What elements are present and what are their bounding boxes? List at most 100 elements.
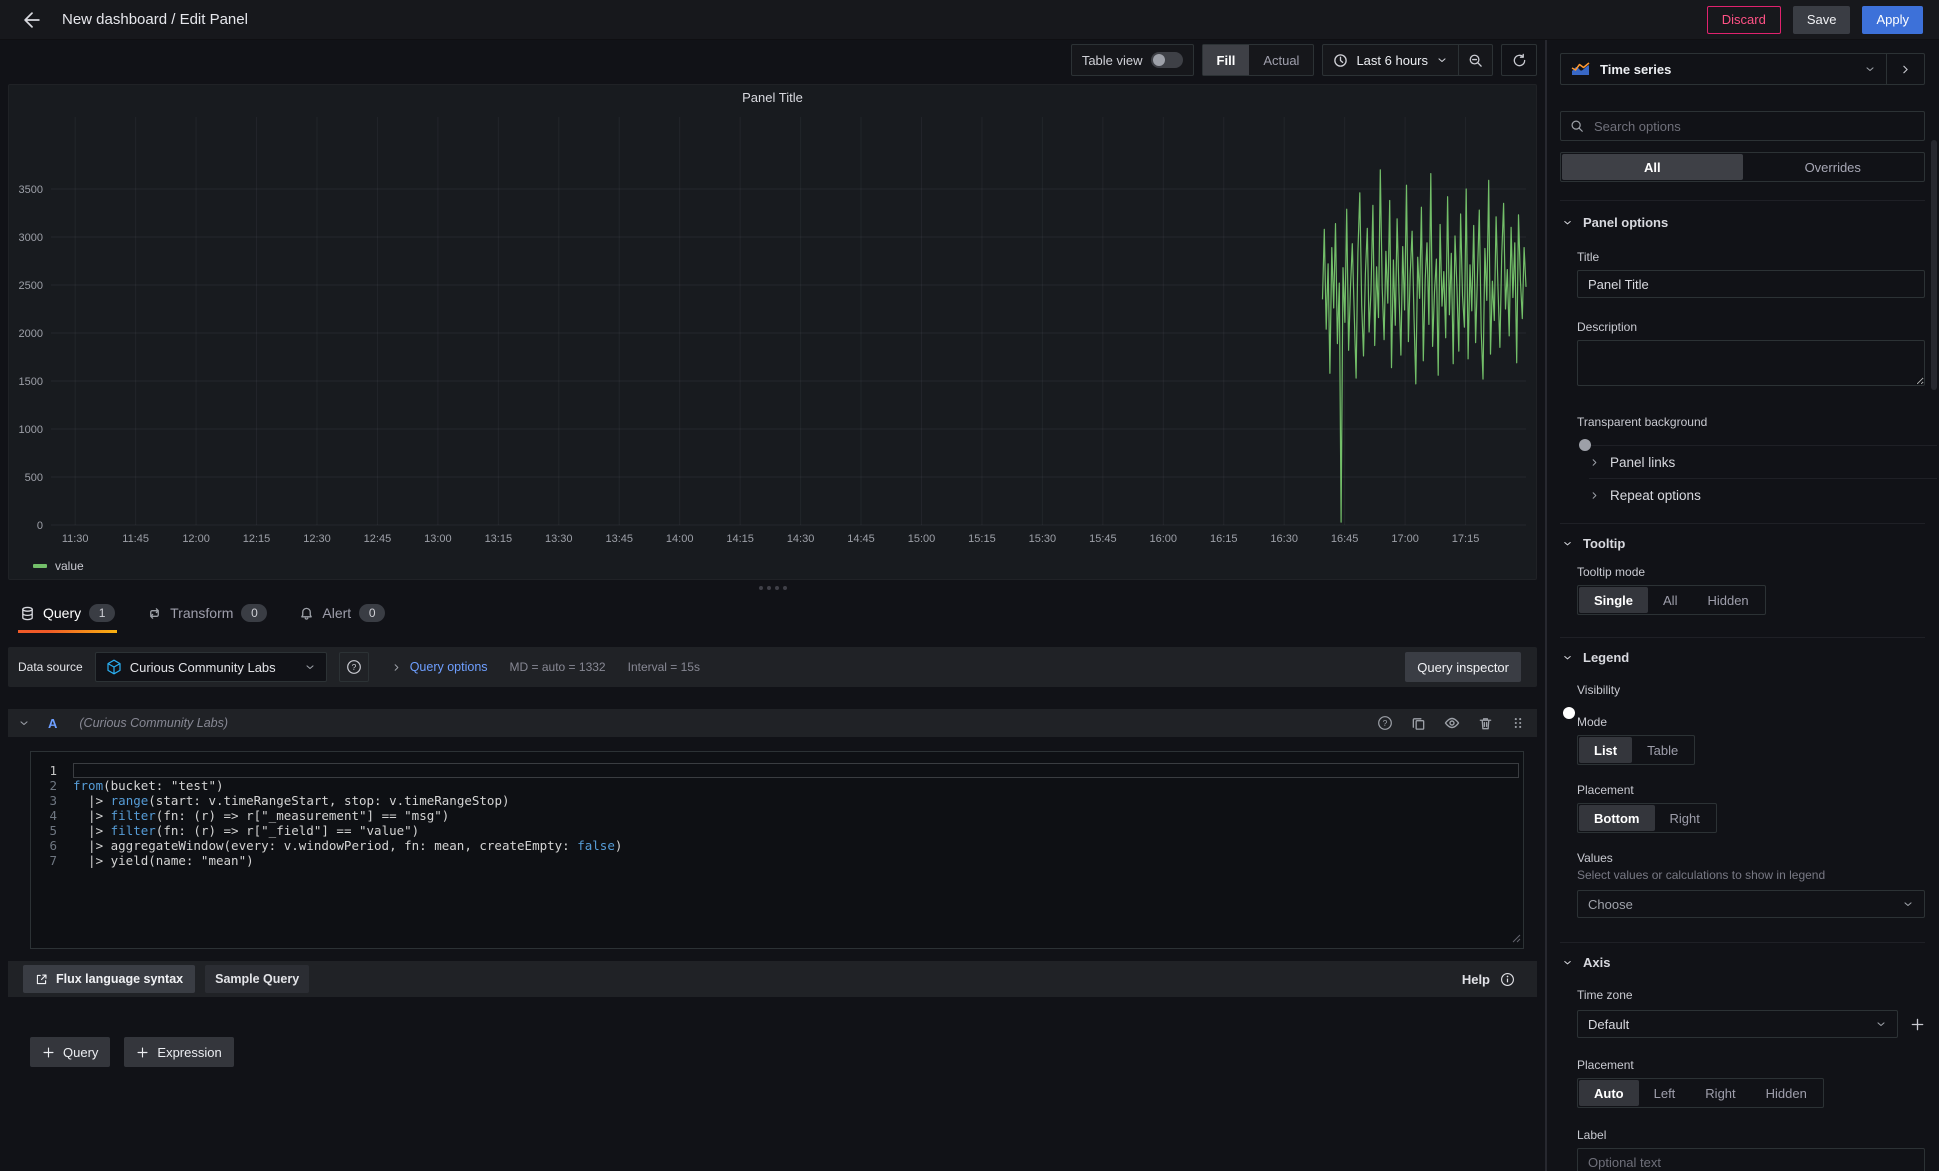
query-editor-header[interactable]: A (Curious Community Labs) ?	[8, 709, 1537, 737]
editor-resize-handle[interactable]	[1511, 931, 1521, 946]
filter-tab-all[interactable]: All	[1562, 154, 1743, 180]
svg-text:2000: 2000	[19, 328, 43, 340]
section-tooltip[interactable]: Tooltip	[1560, 524, 1625, 551]
chevron-right-icon	[1589, 457, 1600, 468]
chevron-down-icon	[1864, 63, 1876, 75]
svg-text:14:45: 14:45	[847, 533, 875, 545]
add-timezone-button[interactable]	[1910, 1017, 1925, 1032]
axis-placement-auto[interactable]: Auto	[1579, 1080, 1639, 1106]
chevron-down-icon[interactable]	[18, 717, 32, 729]
tooltip-mode-hidden[interactable]: Hidden	[1692, 587, 1763, 613]
code-line[interactable]: 7 |> yield(name: "mean")	[31, 853, 1523, 868]
eye-icon	[1444, 715, 1460, 731]
back-button[interactable]	[16, 4, 48, 36]
datasource-value: Curious Community Labs	[130, 660, 276, 675]
visualization-name: Time series	[1600, 62, 1671, 77]
plus-icon	[136, 1046, 149, 1059]
duplicate-query-button[interactable]	[1411, 715, 1426, 731]
options-search-input[interactable]	[1592, 118, 1915, 135]
code-line[interactable]: 3 |> range(start: v.timeRangeStart, stop…	[31, 793, 1523, 808]
toggle-query-visibility-button[interactable]	[1444, 715, 1460, 731]
legend-placement-bottom[interactable]: Bottom	[1579, 805, 1655, 831]
legend-values-select[interactable]: Choose	[1577, 890, 1925, 918]
code-line[interactable]: 2from(bucket: "test")	[31, 778, 1523, 793]
collapse-sidebar-button[interactable]	[1886, 54, 1924, 84]
time-series-chart[interactable]: 050010001500200025003000350011:3011:4512…	[13, 111, 1532, 559]
datasource-picker[interactable]: Curious Community Labs	[95, 652, 327, 682]
sample-query-button[interactable]: Sample Query	[205, 965, 309, 993]
code-line-content: from(bucket: "test")	[73, 778, 1519, 793]
axis-placement-left[interactable]: Left	[1639, 1080, 1691, 1106]
svg-text:1000: 1000	[19, 424, 43, 436]
section-tooltip-label: Tooltip	[1583, 536, 1625, 551]
clock-icon	[1333, 53, 1348, 68]
repeat-options-section[interactable]: Repeat options	[1589, 478, 1937, 511]
timezone-select[interactable]: Default	[1577, 1010, 1898, 1038]
panel-resize-handle[interactable]	[0, 582, 1545, 594]
query-inspector-button[interactable]: Query inspector	[1405, 652, 1521, 682]
panel-links-section[interactable]: Panel links	[1589, 445, 1937, 478]
legend-item-value[interactable]: value	[55, 559, 84, 573]
help-button[interactable]: Help	[1462, 972, 1515, 987]
code-line[interactable]: 5 |> filter(fn: (r) => r["_field"] == "v…	[31, 823, 1523, 838]
axis-placement-hidden[interactable]: Hidden	[1751, 1080, 1822, 1106]
query-help-button[interactable]: ?	[1377, 715, 1393, 731]
refresh-button[interactable]	[1501, 44, 1537, 76]
tooltip-mode-group: Single All Hidden	[1577, 585, 1766, 615]
datasource-help-button[interactable]: ?	[339, 652, 369, 682]
max-data-points-stat: MD = auto = 1332	[510, 660, 606, 674]
add-query-button[interactable]: Query	[30, 1037, 110, 1067]
section-panel-options[interactable]: Panel options	[1560, 201, 1668, 230]
section-axis[interactable]: Axis	[1560, 943, 1610, 970]
tooltip-mode-all[interactable]: All	[1648, 587, 1692, 613]
axis-label-input[interactable]	[1577, 1148, 1925, 1171]
time-range-picker[interactable]: Last 6 hours	[1323, 45, 1458, 75]
section-legend[interactable]: Legend	[1560, 638, 1629, 665]
interval-stat: Interval = 15s	[628, 660, 700, 674]
add-expression-button[interactable]: Expression	[124, 1037, 233, 1067]
query-datasource-name: (Curious Community Labs)	[79, 716, 228, 730]
chevron-down-icon	[1562, 538, 1573, 549]
chevron-down-icon	[1562, 957, 1573, 968]
drag-query-handle[interactable]	[1511, 715, 1525, 731]
legend-mode-table[interactable]: Table	[1632, 737, 1693, 763]
panel-title-input[interactable]	[1577, 270, 1925, 298]
query-options-label: Query options	[410, 660, 488, 674]
tab-transform-count: 0	[241, 604, 267, 622]
filter-tab-overrides[interactable]: Overrides	[1743, 154, 1924, 180]
sidebar-scrollbar[interactable]	[1931, 140, 1937, 390]
options-search[interactable]	[1560, 111, 1925, 141]
code-line[interactable]: 4 |> filter(fn: (r) => r["_measurement"]…	[31, 808, 1523, 823]
save-button[interactable]: Save	[1793, 6, 1851, 34]
apply-button[interactable]: Apply	[1862, 6, 1923, 34]
panel-description-input[interactable]	[1577, 340, 1925, 386]
zoom-out-icon	[1468, 53, 1483, 68]
copy-icon	[1411, 716, 1426, 731]
actual-button[interactable]: Actual	[1249, 45, 1313, 75]
axis-placement-group: Auto Left Right Hidden	[1577, 1078, 1824, 1108]
code-line[interactable]: 1	[31, 763, 1523, 778]
flux-code-editor[interactable]: 12from(bucket: "test")3 |> range(start: …	[30, 751, 1524, 949]
axis-placement-right[interactable]: Right	[1690, 1080, 1750, 1106]
flux-syntax-label: Flux language syntax	[56, 972, 183, 986]
visualization-picker[interactable]: Time series	[1561, 54, 1886, 84]
legend-placement-right[interactable]: Right	[1655, 805, 1715, 831]
zoom-out-button[interactable]	[1458, 45, 1492, 75]
svg-text:12:00: 12:00	[182, 533, 210, 545]
fill-button[interactable]: Fill	[1203, 45, 1250, 75]
section-axis-label: Axis	[1583, 955, 1610, 970]
tab-query[interactable]: Query 1	[18, 598, 117, 633]
flux-syntax-button[interactable]: Flux language syntax	[23, 965, 195, 993]
tab-alert[interactable]: Alert 0	[297, 598, 387, 633]
legend-mode-list[interactable]: List	[1579, 737, 1632, 763]
delete-query-button[interactable]	[1478, 715, 1493, 731]
query-options-toggle[interactable]: Query options	[391, 660, 488, 674]
code-line-content: |> range(start: v.timeRangeStart, stop: …	[73, 793, 1519, 808]
table-view-toggle[interactable]	[1151, 52, 1183, 68]
tab-transform[interactable]: Transform 0	[145, 598, 269, 633]
tooltip-mode-single[interactable]: Single	[1579, 587, 1648, 613]
code-line[interactable]: 6 |> aggregateWindow(every: v.windowPeri…	[31, 838, 1523, 853]
discard-button[interactable]: Discard	[1707, 6, 1781, 34]
axis-placement-label: Placement	[1577, 1058, 1925, 1072]
top-bar: New dashboard / Edit Panel Discard Save …	[0, 0, 1939, 40]
